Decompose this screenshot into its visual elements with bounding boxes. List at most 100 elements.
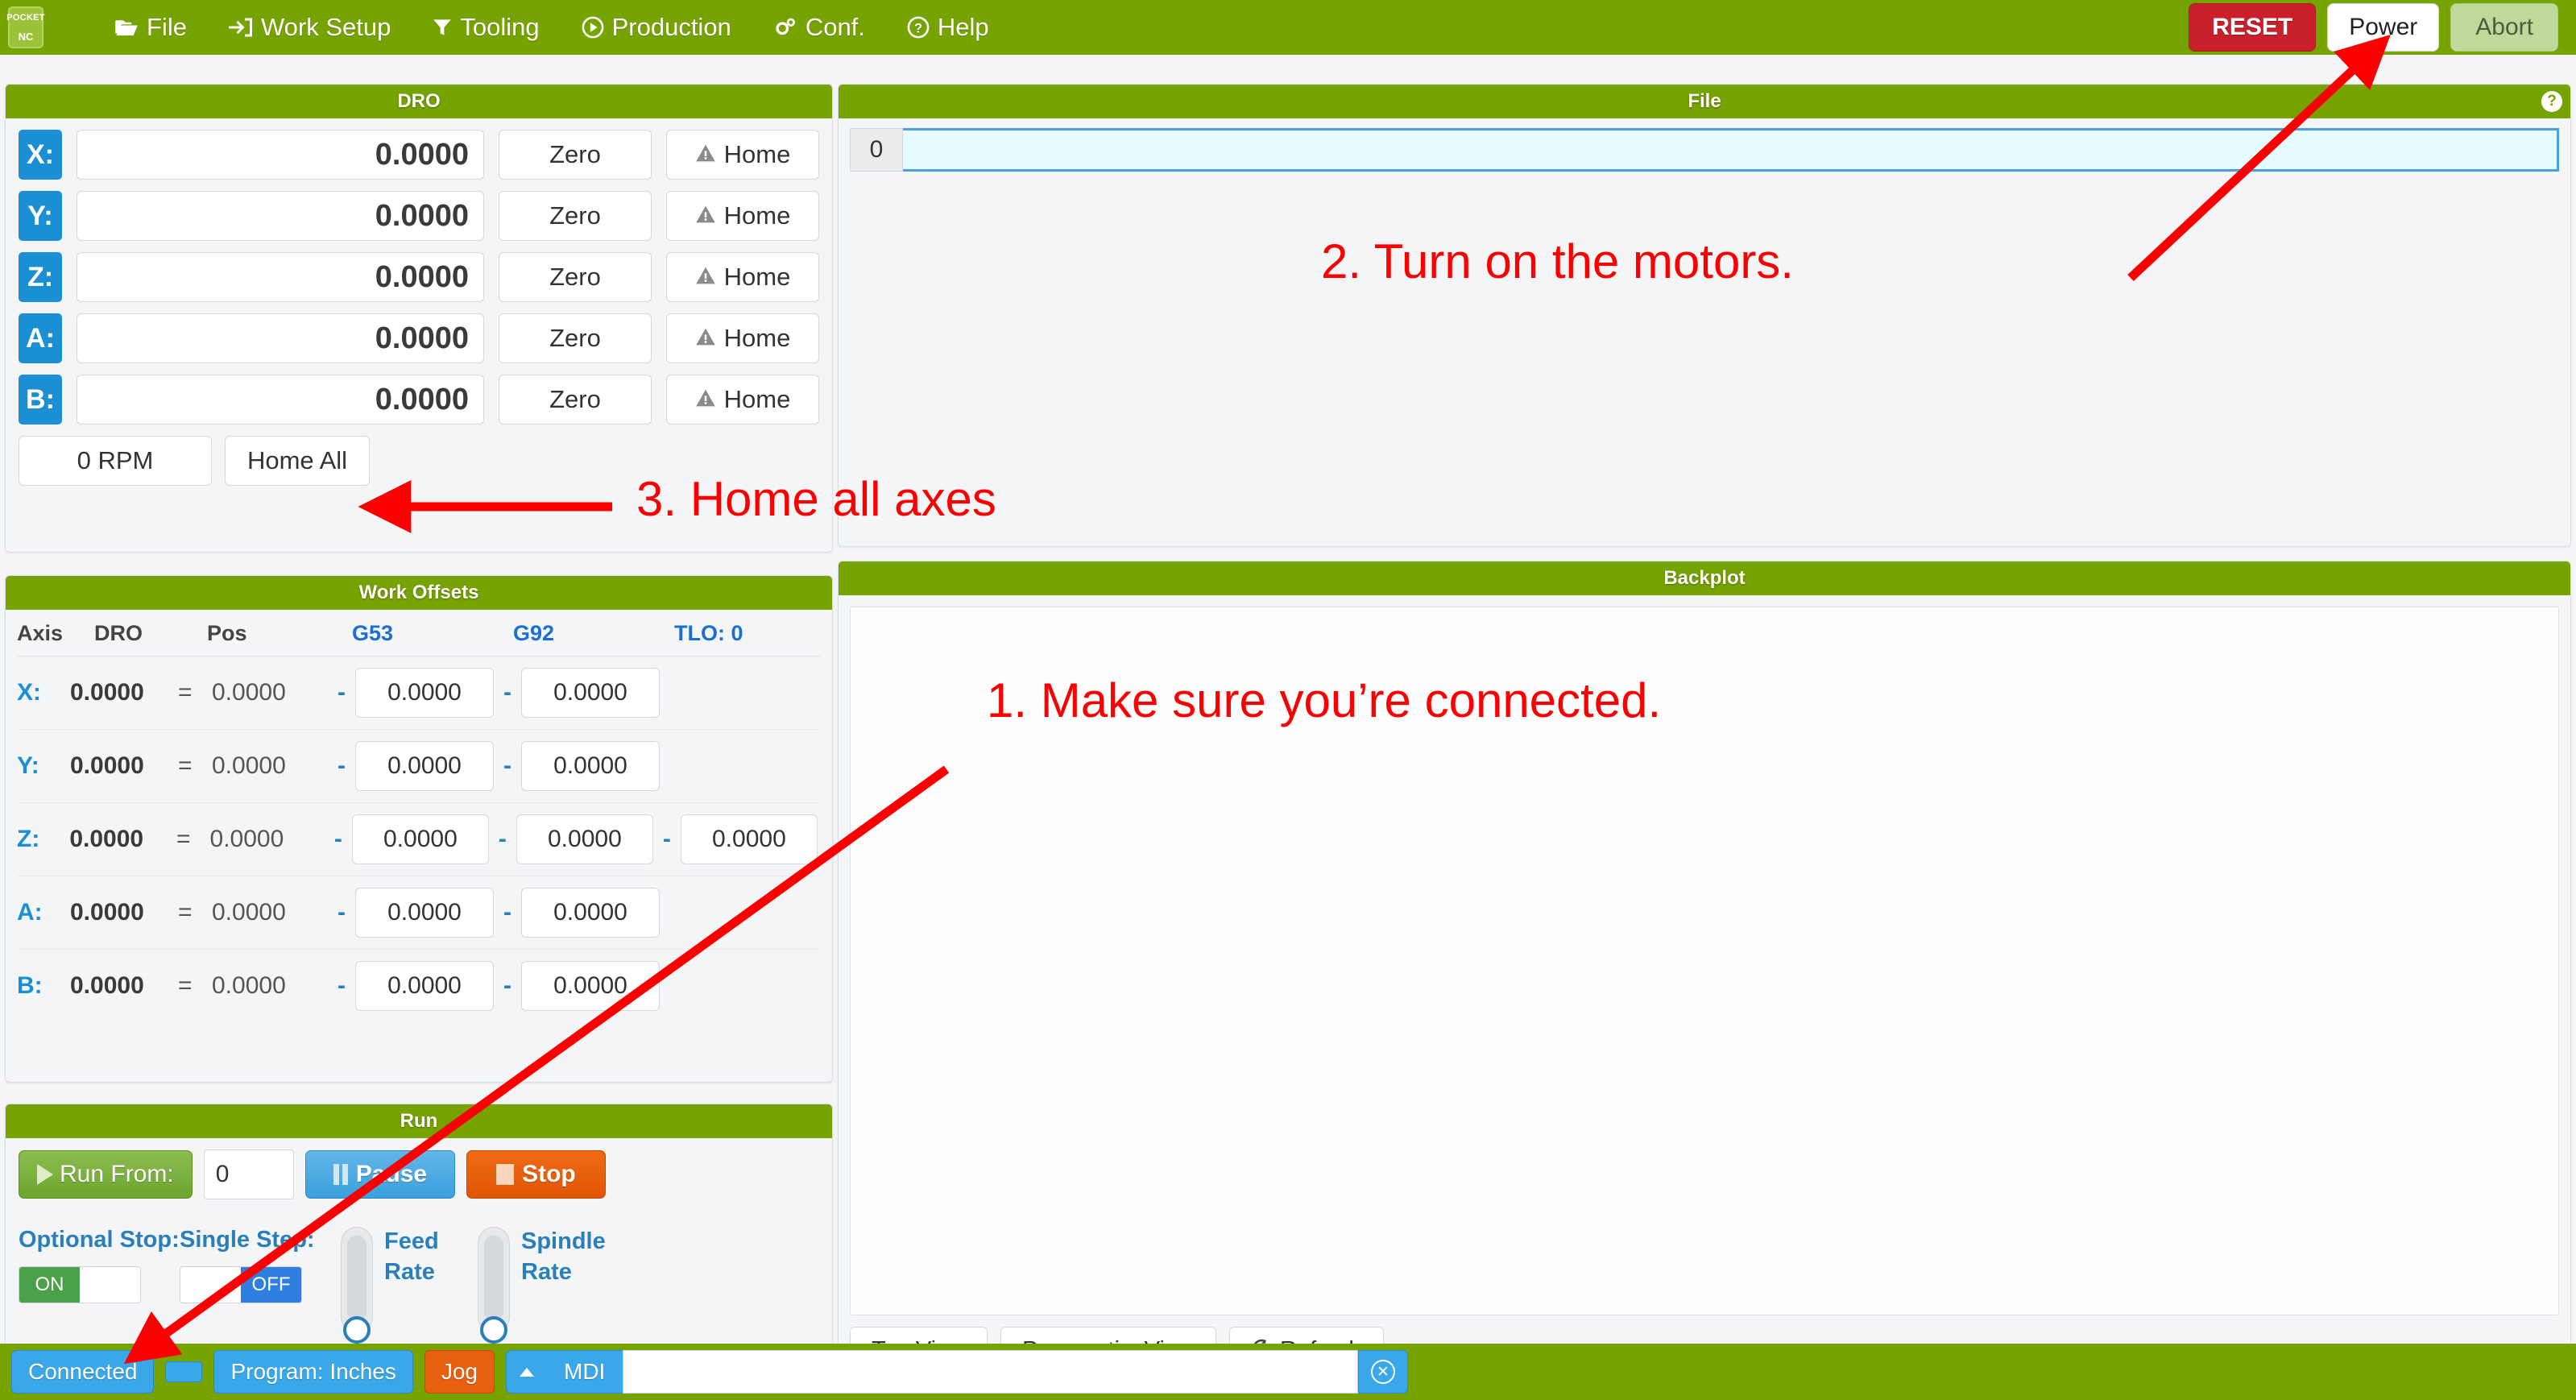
work-offsets-header-row: Axis DRO Pos G53 G92 TLO: 0 bbox=[17, 610, 821, 657]
wo-minus: - bbox=[503, 899, 511, 926]
wo-g92-input-b[interactable]: 0.0000 bbox=[521, 961, 660, 1011]
dro-value-a[interactable]: 0.0000 bbox=[77, 313, 484, 363]
program-units-button[interactable]: Program: Inches bbox=[213, 1350, 413, 1394]
zero-button-x[interactable]: Zero bbox=[499, 130, 652, 180]
spindle-rate-slider-knob[interactable] bbox=[480, 1316, 507, 1344]
column-header-g92[interactable]: G92 bbox=[513, 621, 674, 646]
wo-g53-input-b[interactable]: 0.0000 bbox=[355, 961, 494, 1011]
dro-value-b[interactable]: 0.0000 bbox=[77, 375, 484, 425]
spindle-rate-group: Spindle Rate bbox=[478, 1227, 615, 1344]
table-row: Z: 0.0000 = 0.0000 - 0.0000 - 0.0000 - 0… bbox=[17, 803, 821, 876]
column-header-tlo[interactable]: TLO: 0 bbox=[674, 621, 743, 646]
zero-label-a: Zero bbox=[549, 324, 601, 352]
dro-value-x[interactable]: 0.0000 bbox=[77, 130, 484, 180]
file-panel-title-text: File bbox=[1688, 90, 1721, 112]
nav-label-tooling: Tooling bbox=[460, 13, 540, 41]
optional-stop-label: Optional Stop: bbox=[19, 1227, 180, 1253]
work-offsets-body: Axis DRO Pos G53 G92 TLO: 0 X: 0.0000 = … bbox=[6, 610, 832, 1022]
run-from-label: Run From: bbox=[60, 1161, 174, 1187]
status-bar: Connected Program: Inches Jog MDI ✕ bbox=[0, 1344, 2576, 1400]
warning-triangle-icon bbox=[695, 385, 716, 414]
home-button-x[interactable]: Home bbox=[666, 130, 819, 180]
column-header-g53[interactable]: G53 bbox=[352, 621, 513, 646]
dro-panel-title: DRO bbox=[6, 85, 832, 118]
run-from-button[interactable]: Run From: bbox=[19, 1150, 193, 1199]
pause-button[interactable]: Pause bbox=[304, 1150, 456, 1199]
wo-dro-x: 0.0000 bbox=[70, 679, 144, 706]
connection-status-button[interactable]: Connected bbox=[11, 1350, 155, 1394]
sign-in-icon bbox=[228, 17, 253, 38]
logo-line-2: NC bbox=[18, 30, 34, 43]
zero-button-b[interactable]: Zero bbox=[499, 375, 652, 425]
feed-rate-slider-knob[interactable] bbox=[343, 1316, 371, 1344]
home-all-button[interactable]: Home All bbox=[225, 436, 370, 486]
feed-rate-slider[interactable] bbox=[341, 1227, 373, 1344]
optional-stop-toggle[interactable]: ON bbox=[19, 1266, 141, 1303]
home-button-y[interactable]: Home bbox=[666, 191, 819, 241]
wo-equals: = bbox=[178, 972, 193, 999]
nav-item-conf[interactable]: Conf. bbox=[752, 6, 886, 48]
logo-line-1: POCKET bbox=[6, 12, 45, 23]
dro-value-z[interactable]: 0.0000 bbox=[77, 252, 484, 302]
wo-dro-y: 0.0000 bbox=[70, 752, 144, 779]
dro-row-z: Z: 0.0000 Zero Home bbox=[19, 252, 819, 302]
work-offsets-panel-title: Work Offsets bbox=[6, 576, 832, 610]
dro-panel-body: X: 0.0000 Zero Home Y: 0.0000 Zero Home … bbox=[6, 118, 832, 497]
spindle-rate-slider[interactable] bbox=[478, 1227, 510, 1344]
wo-pos-y: 0.0000 bbox=[212, 752, 286, 779]
zero-button-a[interactable]: Zero bbox=[499, 313, 652, 363]
reset-button[interactable]: RESET bbox=[2189, 3, 2317, 52]
zero-button-z[interactable]: Zero bbox=[499, 252, 652, 302]
mdi-group: MDI ✕ bbox=[506, 1350, 1409, 1394]
nav-label-help: Help bbox=[937, 13, 989, 41]
question-circle-icon[interactable]: ? bbox=[2541, 91, 2562, 112]
run-options: Optional Stop: ON Single Step: OFF Feed … bbox=[19, 1227, 819, 1344]
wo-g53-input-y[interactable]: 0.0000 bbox=[355, 741, 494, 791]
power-button[interactable]: Power bbox=[2327, 3, 2440, 52]
gcode-line-input[interactable] bbox=[903, 128, 2559, 172]
wo-tlo-input-z[interactable]: 0.0000 bbox=[680, 814, 818, 864]
pocket-nc-logo[interactable]: POCKET NC bbox=[6, 6, 45, 48]
optional-stop-track bbox=[80, 1267, 140, 1303]
nav-item-tooling[interactable]: Tooling bbox=[412, 6, 560, 48]
single-step-toggle[interactable]: OFF bbox=[180, 1266, 302, 1303]
abort-button[interactable]: Abort bbox=[2450, 3, 2558, 52]
wo-g53-input-z[interactable]: 0.0000 bbox=[351, 814, 490, 864]
wo-g92-input-z[interactable]: 0.0000 bbox=[516, 814, 654, 864]
wo-minus: - bbox=[662, 826, 671, 852]
wo-g92-input-y[interactable]: 0.0000 bbox=[521, 741, 660, 791]
gcode-line-number: 0 bbox=[850, 128, 903, 172]
feed-rate-label: Feed Rate bbox=[384, 1227, 439, 1333]
close-circle-icon[interactable]: ✕ bbox=[1358, 1350, 1409, 1394]
caret-up-icon[interactable] bbox=[506, 1350, 547, 1394]
dro-row-y: Y: 0.0000 Zero Home bbox=[19, 191, 819, 241]
stop-button[interactable]: Stop bbox=[466, 1150, 606, 1199]
wo-equals: = bbox=[178, 752, 193, 779]
dro-value-y[interactable]: 0.0000 bbox=[77, 191, 484, 241]
spindle-rpm-button[interactable]: 0 RPM bbox=[19, 436, 212, 486]
dro-axis-label-x: X: bbox=[19, 130, 62, 180]
dro-row-b: B: 0.0000 Zero Home bbox=[19, 375, 819, 425]
wo-g53-input-a[interactable]: 0.0000 bbox=[355, 888, 494, 938]
nav-item-production[interactable]: Production bbox=[561, 6, 752, 48]
run-controls: Run From: 0 Pause Stop bbox=[19, 1149, 819, 1199]
wo-g92-input-x[interactable]: 0.0000 bbox=[521, 668, 660, 718]
nav-item-work-setup[interactable]: Work Setup bbox=[208, 6, 412, 48]
home-button-z[interactable]: Home bbox=[666, 252, 819, 302]
gcode-line-row: 0 bbox=[850, 128, 2559, 172]
wo-axis-z: Z: bbox=[17, 826, 40, 852]
mdi-input[interactable] bbox=[623, 1350, 1359, 1394]
nav-item-help[interactable]: ? Help bbox=[886, 6, 1010, 48]
wo-g53-input-x[interactable]: 0.0000 bbox=[355, 668, 494, 718]
spindle-rate-label-line1: Spindle bbox=[521, 1228, 606, 1254]
run-from-line-input[interactable]: 0 bbox=[203, 1149, 294, 1199]
zero-button-y[interactable]: Zero bbox=[499, 191, 652, 241]
jog-button[interactable]: Jog bbox=[424, 1350, 495, 1394]
wo-g92-input-a[interactable]: 0.0000 bbox=[521, 888, 660, 938]
nav-item-file[interactable]: File bbox=[93, 6, 208, 48]
home-button-b[interactable]: Home bbox=[666, 375, 819, 425]
feed-rate-label-line1: Feed bbox=[384, 1228, 439, 1254]
gears-icon bbox=[773, 16, 797, 39]
backplot-canvas[interactable] bbox=[850, 607, 2559, 1315]
home-button-a[interactable]: Home bbox=[666, 313, 819, 363]
